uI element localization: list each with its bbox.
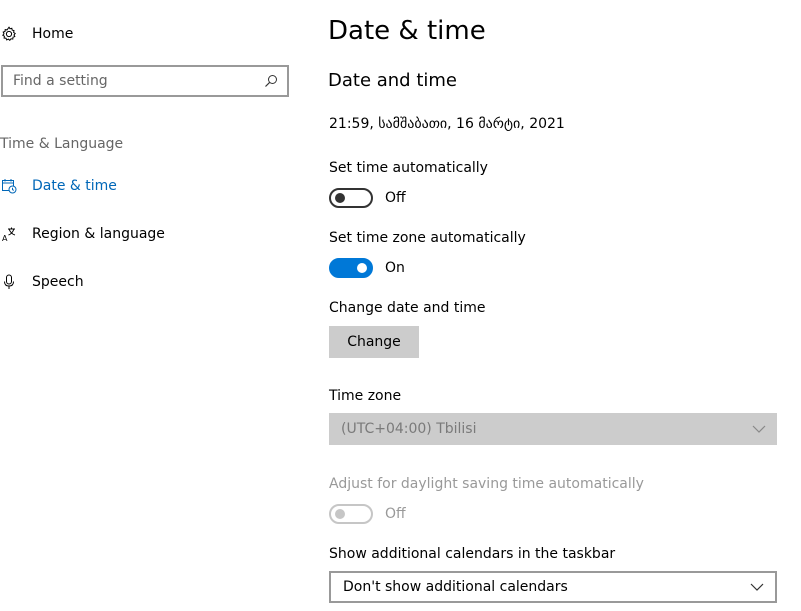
sidebar-item-label: Date & time — [32, 178, 117, 194]
sidebar: Home Time & Language Date & time — [0, 0, 300, 611]
home-nav-item[interactable]: Home — [0, 22, 73, 46]
search-icon[interactable] — [261, 71, 281, 91]
dst-state: Off — [385, 506, 406, 522]
change-dt-label: Change date and time — [329, 300, 486, 316]
time-zone-value: (UTC+04:00) Tbilisi — [341, 421, 477, 437]
chevron-down-icon — [749, 579, 765, 595]
change-button[interactable]: Change — [329, 326, 419, 358]
search-box — [1, 65, 289, 97]
dst-row: Off — [329, 504, 406, 524]
svg-text:A: A — [2, 234, 8, 242]
language-icon: A — [0, 225, 18, 243]
set-time-auto-row: Off — [329, 188, 406, 208]
home-label: Home — [32, 26, 74, 42]
set-time-auto-state: Off — [385, 190, 406, 206]
search-input[interactable] — [3, 67, 261, 95]
dst-label: Adjust for daylight saving time automati… — [329, 476, 644, 492]
calendar-clock-icon — [0, 177, 18, 195]
set-tz-auto-state: On — [385, 260, 405, 276]
time-zone-label: Time zone — [329, 388, 402, 404]
calendars-value: Don't show additional calendars — [343, 579, 568, 595]
calendars-label: Show additional calendars in the taskbar — [329, 546, 616, 562]
sidebar-item-date-time[interactable]: Date & time — [0, 174, 117, 198]
time-zone-select[interactable]: (UTC+04:00) Tbilisi — [329, 413, 777, 445]
current-datetime: 21:59, სამშაბათი, 16 მარტი, 2021 — [329, 116, 565, 132]
section-title: Date and time — [328, 70, 457, 91]
microphone-icon — [0, 273, 18, 291]
sidebar-item-speech[interactable]: Speech — [0, 270, 84, 294]
set-time-auto-label: Set time automatically — [329, 160, 488, 176]
set-tz-auto-toggle[interactable] — [329, 258, 373, 278]
set-tz-auto-row: On — [329, 258, 405, 278]
sidebar-item-label: Region & language — [32, 226, 165, 242]
sidebar-item-label: Speech — [32, 274, 84, 290]
gear-icon — [0, 25, 18, 43]
calendars-select[interactable]: Don't show additional calendars — [329, 571, 777, 603]
set-tz-auto-label: Set time zone automatically — [329, 230, 526, 246]
page-title: Date & time — [328, 16, 486, 46]
dst-toggle[interactable] — [329, 504, 373, 524]
set-time-auto-toggle[interactable] — [329, 188, 373, 208]
chevron-down-icon — [751, 421, 767, 437]
sidebar-item-region-language[interactable]: A Region & language — [0, 222, 165, 246]
sidebar-section-title: Time & Language — [0, 136, 124, 152]
